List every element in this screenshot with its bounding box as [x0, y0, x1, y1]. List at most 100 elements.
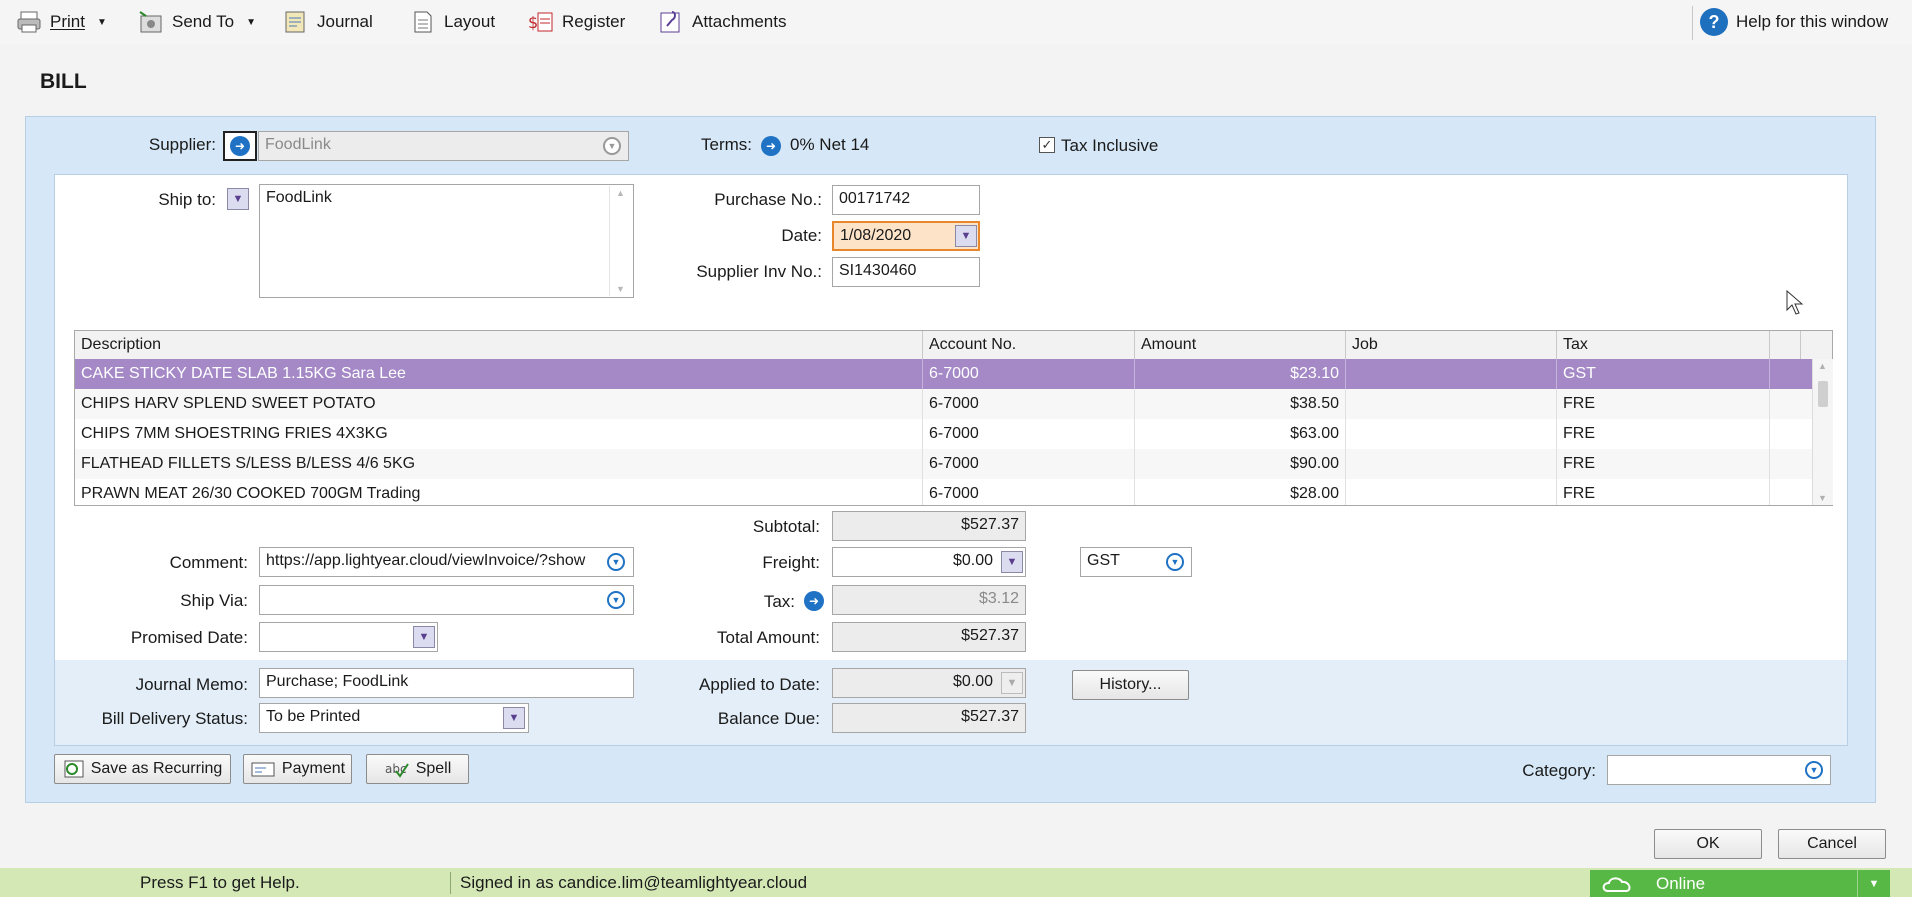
ok-button[interactable]: OK: [1654, 829, 1762, 859]
ship-to-dropdown[interactable]: ▼: [227, 188, 249, 210]
status-help-text: Press F1 to get Help.: [140, 873, 300, 892]
cell-tax[interactable]: GST: [1557, 359, 1770, 389]
print-button[interactable]: Print ▼: [16, 8, 107, 36]
column-header-description[interactable]: Description: [75, 331, 923, 359]
online-label: Online: [1656, 873, 1706, 893]
journal-button[interactable]: Journal: [283, 8, 373, 36]
send-to-label: Send To: [172, 12, 235, 31]
table-row[interactable]: CHIPS 7MM SHOESTRING FRIES 4X3KG 6-7000 …: [75, 419, 1812, 449]
terms-arrow-icon[interactable]: ➜: [761, 136, 781, 156]
chevron-down-icon[interactable]: ▼: [1857, 870, 1890, 897]
column-header-amount[interactable]: Amount: [1135, 331, 1346, 359]
table-row[interactable]: CAKE STICKY DATE SLAB 1.15KG Sara Lee 6-…: [75, 359, 1812, 389]
table-row[interactable]: PRAWN MEAT 26/30 COOKED 700GM Trading 6-…: [75, 479, 1812, 505]
history-button[interactable]: History...: [1072, 670, 1189, 700]
total-amount-field: $527.37: [832, 622, 1026, 652]
cell-tax[interactable]: FRE: [1557, 479, 1770, 505]
cell-tax[interactable]: FRE: [1557, 389, 1770, 419]
print-label: Print: [50, 12, 85, 31]
cell-job[interactable]: [1346, 479, 1557, 505]
supplier-label: Supplier:: [148, 135, 216, 154]
register-button[interactable]: $ Register: [528, 8, 625, 36]
supplier-link-button[interactable]: ➜: [223, 131, 257, 161]
cell-amount[interactable]: $38.50: [1135, 389, 1346, 419]
chevron-down-icon[interactable]: ▼: [603, 137, 621, 155]
cell-tax[interactable]: FRE: [1557, 419, 1770, 449]
cell-job[interactable]: [1346, 419, 1557, 449]
online-status-button[interactable]: Online ▼: [1590, 870, 1890, 897]
cell-account[interactable]: 6-7000: [923, 389, 1135, 419]
cell-description[interactable]: CHIPS 7MM SHOESTRING FRIES 4X3KG: [75, 419, 923, 449]
ship-to-address[interactable]: FoodLink: [259, 184, 634, 298]
cell-description[interactable]: CAKE STICKY DATE SLAB 1.15KG Sara Lee: [75, 359, 923, 389]
cell-tax[interactable]: FRE: [1557, 449, 1770, 479]
cell-amount[interactable]: $23.10: [1135, 359, 1346, 389]
promised-date-dropdown[interactable]: ▼: [413, 626, 435, 648]
applied-to-date-label: Applied to Date:: [699, 675, 820, 694]
balance-due-field: $527.37: [832, 703, 1026, 733]
chevron-down-icon: ▼: [246, 16, 256, 28]
layout-button[interactable]: Layout: [410, 8, 495, 36]
chevron-down-icon[interactable]: ▼: [1166, 553, 1184, 571]
help-button[interactable]: ? Help for this window: [1700, 8, 1888, 36]
purchase-no-field[interactable]: 00171742: [832, 185, 980, 215]
subtotal-field: $527.37: [832, 511, 1026, 541]
register-icon: $: [528, 10, 554, 34]
tax-arrow-icon[interactable]: ➜: [804, 591, 824, 611]
scroll-thumb[interactable]: [1818, 381, 1828, 407]
attachments-button[interactable]: Attachments: [658, 8, 787, 36]
chevron-down-icon[interactable]: ▼: [607, 553, 625, 571]
chevron-down-icon[interactable]: ▼: [1805, 761, 1823, 779]
cell-job[interactable]: [1346, 389, 1557, 419]
cell-account[interactable]: 6-7000: [923, 419, 1135, 449]
bill-delivery-field[interactable]: To be Printed: [259, 703, 529, 733]
svg-text:$: $: [528, 13, 538, 32]
scroll-up-icon[interactable]: ▲: [1818, 361, 1827, 371]
spell-check-icon: abc: [385, 762, 409, 778]
supplier-inv-field[interactable]: SI1430460: [832, 257, 980, 287]
bill-delivery-dropdown[interactable]: ▼: [503, 707, 525, 729]
purchase-no-label: Purchase No.:: [714, 190, 822, 209]
cell-description[interactable]: PRAWN MEAT 26/30 COOKED 700GM Trading: [75, 479, 923, 505]
cell-amount[interactable]: $90.00: [1135, 449, 1346, 479]
save-as-recurring-button[interactable]: Save as Recurring: [54, 754, 231, 784]
cell-account[interactable]: 6-7000: [923, 449, 1135, 479]
cell-job[interactable]: [1346, 359, 1557, 389]
cell-account[interactable]: 6-7000: [923, 359, 1135, 389]
register-label: Register: [562, 12, 626, 31]
tax-inclusive-checkbox[interactable]: ✓: [1039, 137, 1055, 153]
send-to-button[interactable]: Send To ▼: [138, 8, 256, 36]
cell-description[interactable]: FLATHEAD FILLETS S/LESS B/LESS 4/6 5KG: [75, 449, 923, 479]
cell-amount[interactable]: $28.00: [1135, 479, 1346, 505]
cell-account[interactable]: 6-7000: [923, 479, 1135, 505]
cell-description[interactable]: CHIPS HARV SPLEND SWEET POTATO: [75, 389, 923, 419]
column-header-extra: [1770, 331, 1801, 359]
subtotal-label: Subtotal:: [752, 517, 820, 536]
ship-via-field[interactable]: [259, 585, 634, 615]
journal-memo-field[interactable]: Purchase; FoodLink: [259, 668, 634, 698]
payment-button[interactable]: Payment: [243, 754, 352, 784]
cancel-button[interactable]: Cancel: [1778, 829, 1886, 859]
chevron-down-icon[interactable]: ▼: [607, 591, 625, 609]
spell-label: Spell: [415, 760, 452, 777]
date-dropdown[interactable]: ▼: [955, 225, 977, 247]
column-header-account[interactable]: Account No.: [923, 331, 1135, 359]
scroll-down-icon[interactable]: ▼: [1818, 493, 1827, 503]
column-header-job[interactable]: Job: [1346, 331, 1557, 359]
table-scrollbar[interactable]: ▲ ▼: [1812, 359, 1833, 505]
supplier-field[interactable]: FoodLink: [258, 131, 629, 161]
table-row[interactable]: FLATHEAD FILLETS S/LESS B/LESS 4/6 5KG 6…: [75, 449, 1812, 479]
freight-dropdown[interactable]: ▼: [1001, 551, 1023, 573]
spell-button[interactable]: abc Spell: [366, 754, 469, 784]
promised-date-field[interactable]: [259, 622, 438, 652]
column-header-tax[interactable]: Tax: [1557, 331, 1770, 359]
ship-via-label: Ship Via:: [180, 591, 248, 610]
table-row[interactable]: CHIPS HARV SPLEND SWEET POTATO 6-7000 $3…: [75, 389, 1812, 419]
applied-dropdown: ▼: [1001, 672, 1023, 694]
freight-field[interactable]: $0.00: [832, 547, 1026, 577]
comment-field[interactable]: https://app.lightyear.cloud/viewInvoice/…: [259, 547, 634, 577]
cell-amount[interactable]: $63.00: [1135, 419, 1346, 449]
ship-to-scrollbar[interactable]: ▲ ▼: [609, 186, 632, 296]
cell-job[interactable]: [1346, 449, 1557, 479]
category-field[interactable]: [1607, 755, 1831, 785]
